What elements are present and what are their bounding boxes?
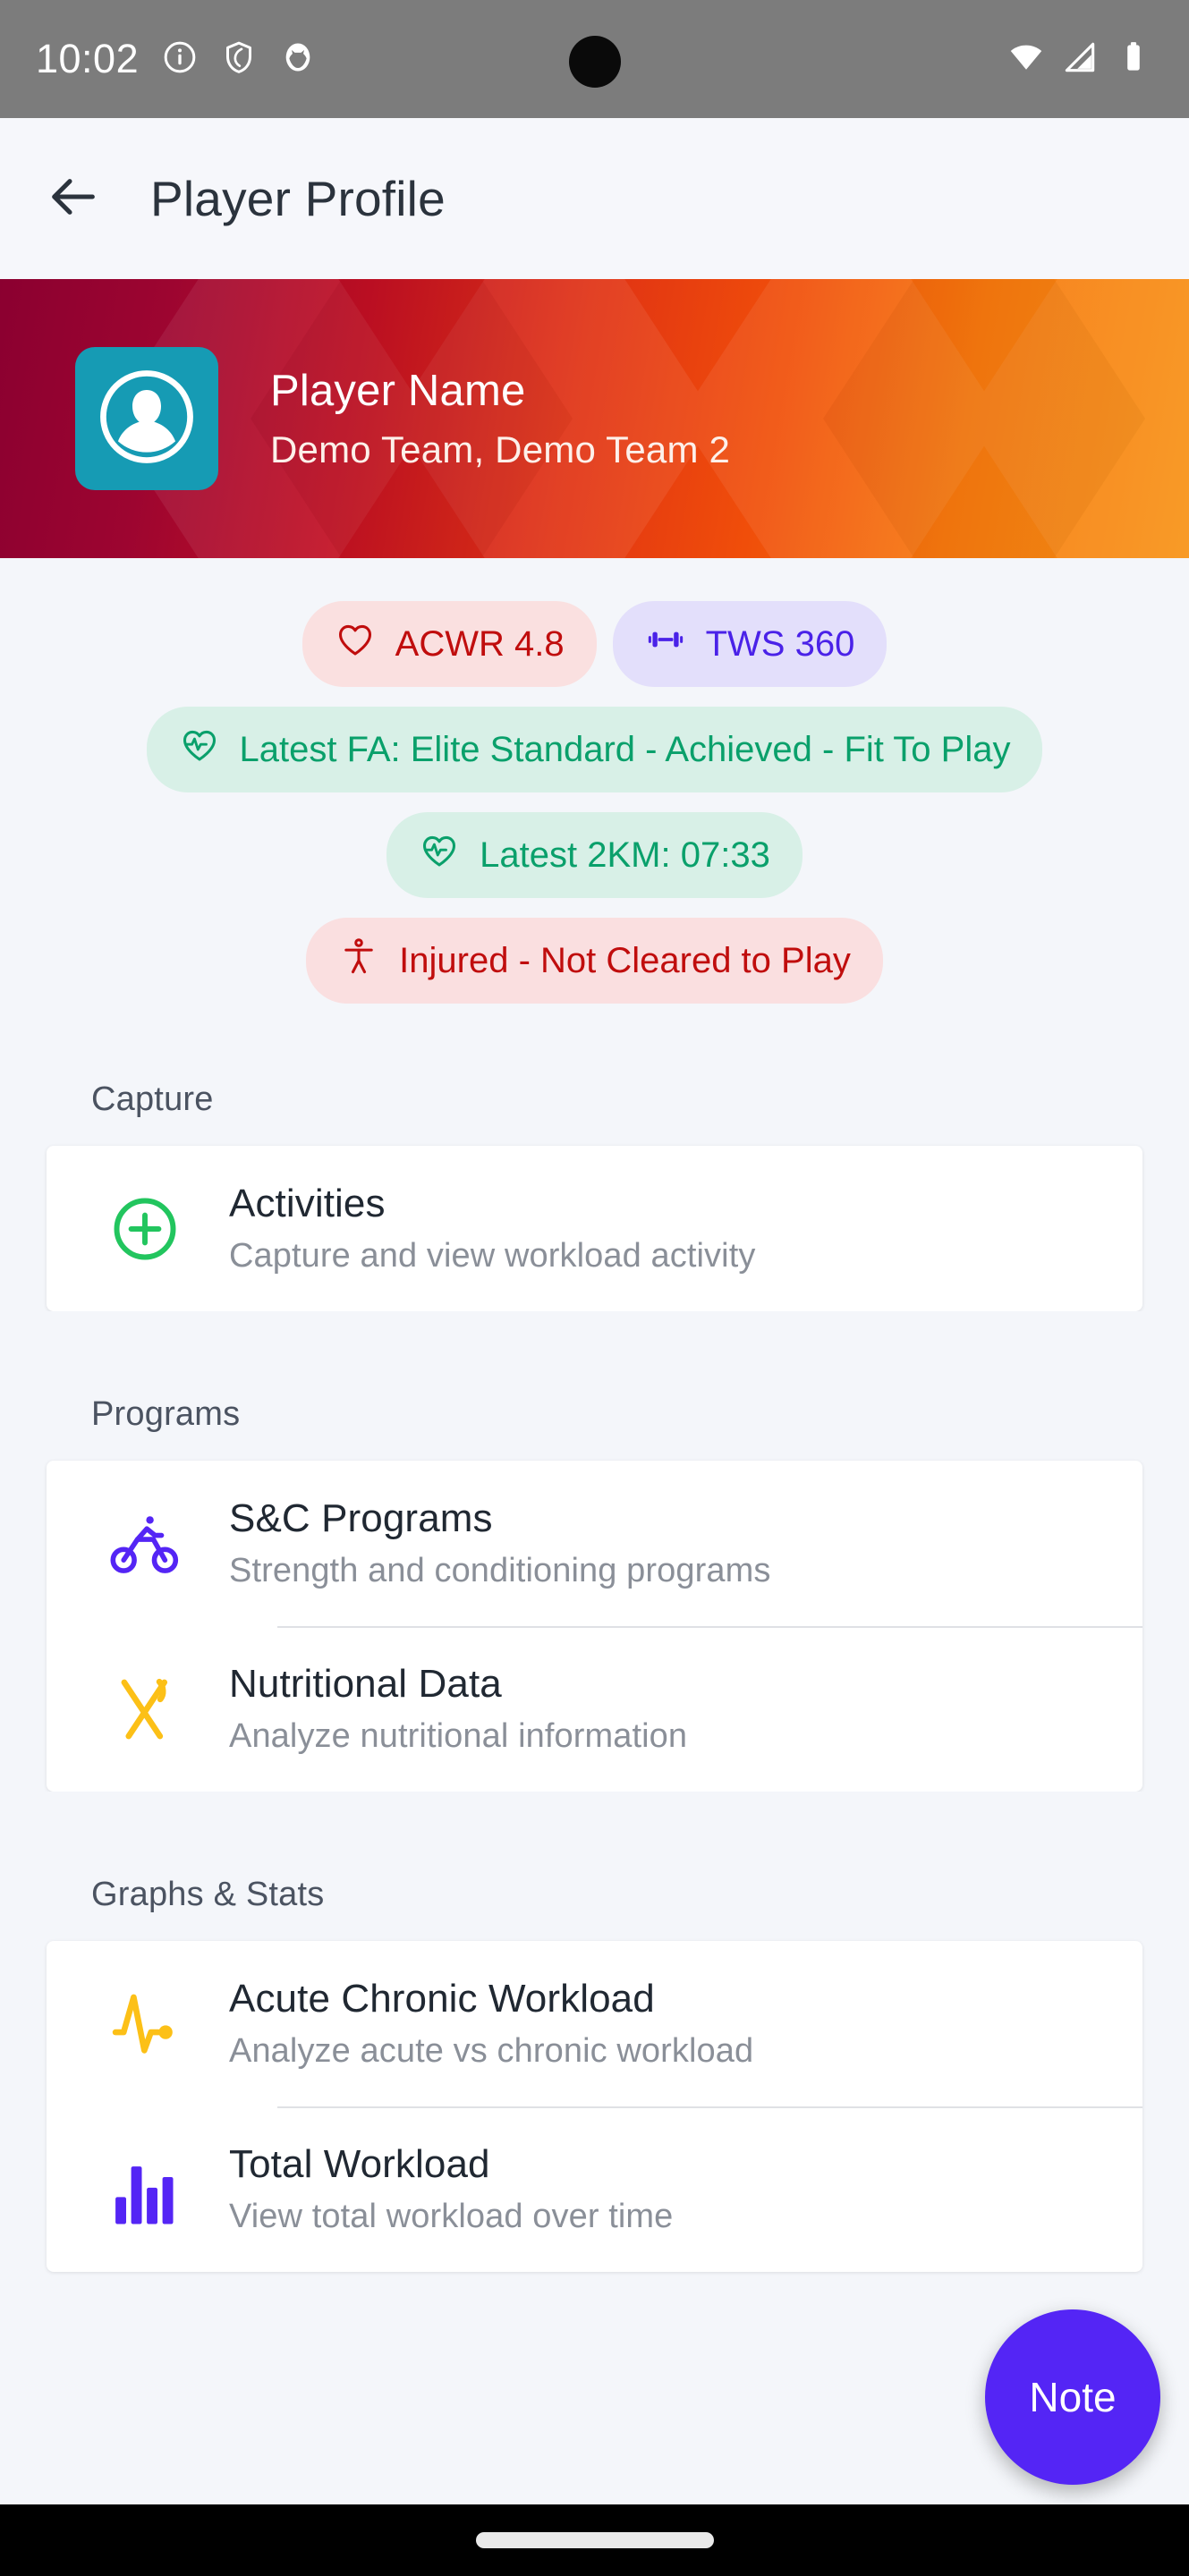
chip-row-1: ACWR 4.8 TWS 360 (20, 601, 1169, 687)
avatar[interactable] (75, 347, 218, 490)
list-item-subtitle: Analyze nutritional information (229, 1717, 688, 1755)
status-bar-clock: 10:02 (36, 36, 140, 81)
list-item-title: Acute Chronic Workload (229, 1977, 655, 2021)
phone-screen: 10:02 Player Profile Player Name Demo Te… (0, 0, 1189, 2576)
hero-content: Player Name Demo Team, Demo Team 2 (0, 279, 1189, 558)
list-item-activities[interactable]: Activities Capture and view workload act… (47, 1146, 1142, 1311)
list-item-subtitle: Analyze acute vs chronic workload (229, 2032, 754, 2070)
note-fab-button[interactable]: Note (985, 2309, 1160, 2485)
list-item-title: Total Workload (229, 2142, 490, 2186)
list-item-subtitle: Strength and conditioning programs (229, 1552, 771, 1589)
dumbbell-icon (645, 619, 686, 669)
camera-cutout (568, 36, 621, 88)
bar-chart-icon (102, 2147, 188, 2233)
hero-text: Player Name Demo Team, Demo Team 2 (270, 366, 730, 471)
list-item-total-workload[interactable]: Total Workload View total workload over … (47, 2106, 1142, 2272)
list-item-title: Nutritional Data (229, 1662, 502, 1706)
status-bar: 10:02 (0, 0, 1189, 118)
heart-pulse-icon (179, 724, 220, 775)
pulse-monitor-icon (102, 1981, 188, 2067)
player-hero-banner: Player Name Demo Team, Demo Team 2 (0, 279, 1189, 558)
status-chip-group: ACWR 4.8 TWS 360 Latest FA: Elite Standa… (0, 558, 1189, 1036)
heart-outline-icon (335, 619, 376, 669)
page-title: Player Profile (150, 171, 446, 226)
list-item-text: Activities Capture and view workload act… (229, 1182, 755, 1275)
chip-injured-status[interactable]: Injured - Not Cleared to Play (306, 918, 883, 1004)
section-gap (0, 1311, 1189, 1351)
chip-latest-fa-label: Latest FA: Elite Standard - Achieved - F… (239, 729, 1011, 769)
card-capture: Activities Capture and view workload act… (47, 1146, 1142, 1311)
list-item-subtitle: Capture and view workload activity (229, 1237, 756, 1275)
list-item-title: S&C Programs (229, 1496, 493, 1540)
chip-tws[interactable]: TWS 360 (612, 601, 888, 687)
list-item-text: S&C Programs Strength and conditioning p… (229, 1496, 770, 1590)
section-title-capture: Capture (0, 1036, 1189, 1146)
section-title-graphs-stats: Graphs & Stats (0, 1831, 1189, 1941)
chip-row-3: Latest 2KM: 07:33 (20, 812, 1169, 898)
shield-icon (221, 39, 257, 80)
chip-acwr-label: ACWR 4.8 (395, 623, 565, 664)
chip-injured-label: Injured - Not Cleared to Play (399, 940, 851, 980)
info-icon (162, 39, 198, 80)
list-item-acute-chronic-workload[interactable]: Acute Chronic Workload Analyze acute vs … (47, 1941, 1142, 2106)
list-item-title: Activities (229, 1182, 386, 1225)
card-graphs-stats: Acute Chronic Workload Analyze acute vs … (47, 1941, 1142, 2272)
cellular-signal-icon (1060, 38, 1100, 81)
wifi-icon (1006, 38, 1046, 81)
player-name: Player Name (270, 367, 526, 415)
heart-pulse-icon (419, 830, 460, 880)
chip-tws-label: TWS 360 (705, 623, 855, 664)
section-title-programs: Programs (0, 1351, 1189, 1461)
gesture-home-pill[interactable] (475, 2532, 714, 2548)
system-navigation-bar (0, 2504, 1189, 2576)
app-badge-icon (280, 39, 316, 80)
cyclist-icon (102, 1501, 188, 1587)
card-programs: S&C Programs Strength and conditioning p… (47, 1461, 1142, 1792)
list-item-text: Total Workload View total workload over … (229, 2142, 673, 2236)
chip-latest-2km-label: Latest 2KM: 07:33 (480, 835, 770, 875)
chip-latest-fa[interactable]: Latest FA: Elite Standard - Achieved - F… (146, 707, 1043, 792)
chip-row-2: Latest FA: Elite Standard - Achieved - F… (20, 707, 1169, 792)
fork-knife-icon (102, 1666, 188, 1752)
chip-latest-2km[interactable]: Latest 2KM: 07:33 (386, 812, 803, 898)
section-gap (0, 1792, 1189, 1831)
list-item-text: Nutritional Data Analyze nutritional inf… (229, 1662, 687, 1756)
note-fab-label: Note (1029, 2374, 1117, 2420)
sections-scroll-area[interactable]: Capture Activities Capture and view work… (0, 1036, 1189, 2272)
list-item-sc-programs[interactable]: S&C Programs Strength and conditioning p… (47, 1461, 1142, 1626)
status-bar-right (1006, 38, 1153, 81)
plus-circle-icon (102, 1186, 188, 1272)
chip-row-4: Injured - Not Cleared to Play (20, 918, 1169, 1004)
chip-acwr[interactable]: ACWR 4.8 (301, 601, 597, 687)
list-item-subtitle: View total workload over time (229, 2198, 674, 2235)
back-button[interactable] (41, 166, 106, 231)
list-item-nutritional-data[interactable]: Nutritional Data Analyze nutritional inf… (47, 1626, 1142, 1792)
person-avatar-icon (91, 361, 202, 477)
accessibility-body-icon (338, 936, 379, 986)
app-bar: Player Profile (0, 118, 1189, 279)
back-arrow-icon (45, 168, 102, 230)
player-teams: Demo Team, Demo Team 2 (270, 428, 731, 470)
status-bar-left: 10:02 (36, 36, 316, 82)
battery-icon (1114, 38, 1153, 81)
list-item-text: Acute Chronic Workload Analyze acute vs … (229, 1977, 753, 2071)
